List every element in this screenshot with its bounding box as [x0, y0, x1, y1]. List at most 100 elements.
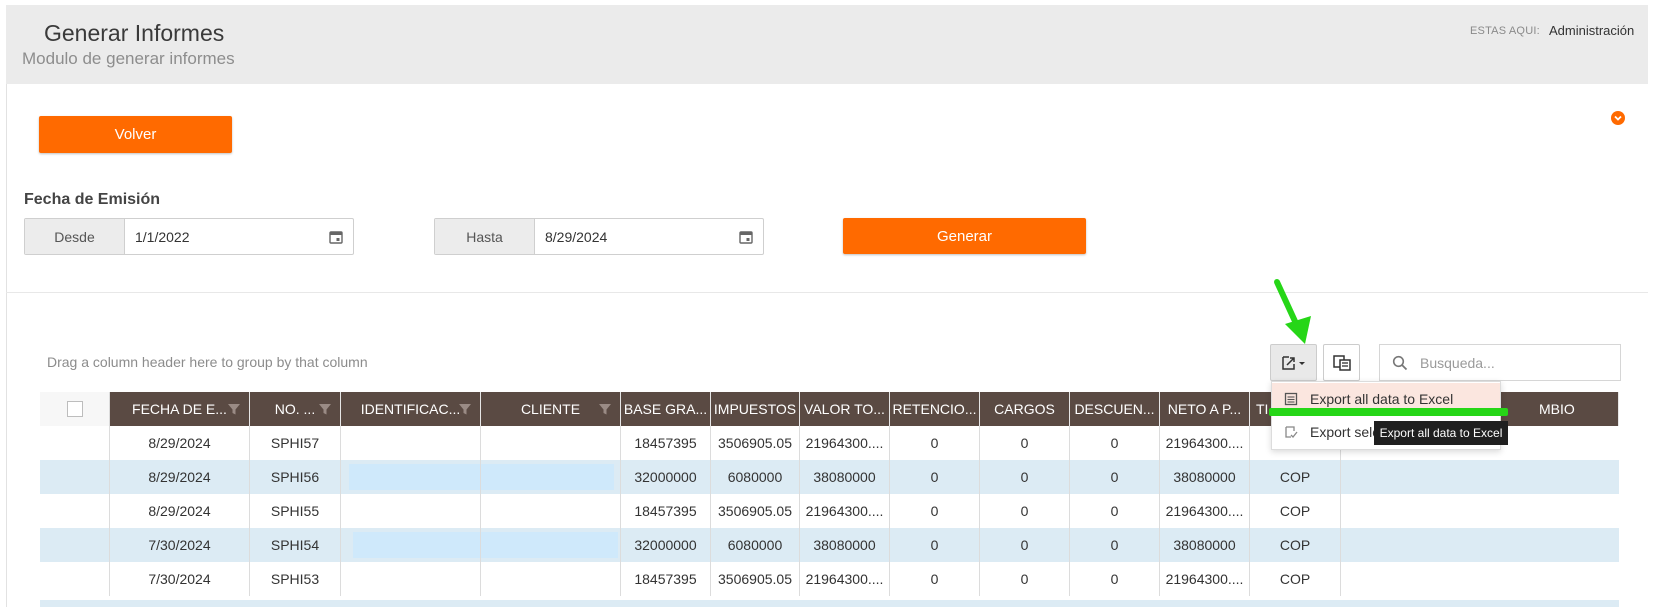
row-select-cell[interactable]: [40, 562, 110, 596]
cell-neto: 21964300....: [1160, 426, 1250, 460]
table-row[interactable]: 7/30/2024 SPHI54 32000000 6080000 380800…: [40, 528, 1619, 562]
filter-icon[interactable]: [227, 402, 241, 416]
select-all-checkbox[interactable]: [66, 401, 83, 417]
cell-cargos: 0: [980, 562, 1070, 596]
cell-descuento: 0: [1070, 460, 1160, 494]
collapse-chevron-icon[interactable]: [1611, 111, 1625, 125]
cell-neto: 38080000: [1160, 460, 1250, 494]
cell-numero: SPHI54: [250, 528, 341, 562]
column-header-label: CARGOS: [994, 401, 1055, 417]
search-input[interactable]: [1418, 353, 1612, 372]
column-header-label: CLIENTE: [520, 401, 581, 417]
cell-valor-total: 21964300....: [800, 562, 890, 596]
cell-moneda: COP: [1250, 460, 1341, 494]
cell-retencion: 0: [890, 426, 980, 460]
group-panel-hint[interactable]: Drag a column header here to group by th…: [47, 354, 368, 370]
column-header-fecha[interactable]: FECHA DE E...: [110, 392, 250, 426]
row-select-cell[interactable]: [40, 494, 110, 528]
column-header-numero[interactable]: NO. ...: [250, 392, 341, 426]
cell-retencion: 0: [890, 562, 980, 596]
cell-fecha: 7/30/2024: [110, 562, 250, 596]
column-header-neto[interactable]: NETO A P...: [1160, 392, 1250, 426]
column-header-descuento[interactable]: DESCUEN...: [1070, 392, 1160, 426]
column-header-label: TI: [1256, 401, 1269, 417]
column-header-label: IMPUESTOS: [713, 401, 797, 417]
table-row[interactable]: 8/29/2024 SPHI55 18457395 3506905.05 219…: [40, 494, 1619, 528]
cell-retencion: 0: [890, 460, 980, 494]
select-all-cell[interactable]: [40, 392, 110, 426]
row-select-cell[interactable]: [40, 426, 110, 460]
column-chooser-button[interactable]: [1323, 344, 1360, 381]
column-header-retencion[interactable]: RETENCIO...: [890, 392, 980, 426]
cell-base: 18457395: [621, 426, 711, 460]
export-all-label: Export all data to Excel: [1310, 391, 1454, 407]
cell-impuestos: 3506905.05: [711, 494, 800, 528]
column-header-label: IDENTIFICAC...: [360, 401, 461, 417]
to-date-input[interactable]: [535, 219, 739, 254]
cell-valor-total: 38080000: [800, 528, 890, 562]
cell-cliente: [481, 426, 621, 460]
cell-identificacion: [341, 528, 481, 562]
table-row[interactable]: 7/30/2024 SPHI53 18457395 3506905.05 219…: [40, 562, 1619, 596]
cell-valor-total: 21964300....: [800, 494, 890, 528]
page-subtitle: Modulo de generar informes: [22, 49, 235, 68]
cell-cliente: [481, 494, 621, 528]
cell-identificacion: [341, 494, 481, 528]
column-header-label: RETENCIO...: [892, 401, 977, 417]
from-date-label: Desde: [25, 219, 125, 254]
column-header-cargos[interactable]: CARGOS: [980, 392, 1070, 426]
cell-tasa-cambio: [1341, 562, 1619, 596]
cell-cargos: 0: [980, 426, 1070, 460]
cell-neto: 38080000: [1160, 528, 1250, 562]
calendar-icon[interactable]: [329, 230, 343, 244]
calendar-icon[interactable]: [739, 230, 753, 244]
column-header-base[interactable]: BASE GRA...: [621, 392, 711, 426]
generate-button[interactable]: Generar: [843, 218, 1086, 254]
column-header-identificacion[interactable]: IDENTIFICAC...: [341, 392, 481, 426]
cell-cliente: [481, 528, 621, 562]
cell-cargos: 0: [980, 528, 1070, 562]
filter-icon[interactable]: [598, 402, 612, 416]
column-header-impuestos[interactable]: IMPUESTOS: [711, 392, 800, 426]
search-field[interactable]: [1379, 344, 1621, 381]
section-divider: [6, 292, 1648, 293]
from-date-input[interactable]: [125, 219, 329, 254]
row-select-cell[interactable]: [40, 528, 110, 562]
cell-retencion: 0: [890, 528, 980, 562]
breadcrumb-current[interactable]: Administración: [1549, 23, 1634, 38]
cell-moneda: COP: [1250, 494, 1341, 528]
cell-base: 32000000: [621, 460, 711, 494]
cell-descuento: 0: [1070, 494, 1160, 528]
filter-icon[interactable]: [318, 402, 332, 416]
cell-identificacion: [341, 426, 481, 460]
cell-impuestos: 6080000: [711, 528, 800, 562]
cell-base: 32000000: [621, 528, 711, 562]
column-header-cliente[interactable]: CLIENTE: [481, 392, 621, 426]
annotation-highlight-bar: [1269, 408, 1508, 416]
cell-impuestos: 3506905.05: [711, 562, 800, 596]
export-selected-icon: [1285, 426, 1298, 438]
cell-cliente: [481, 460, 621, 494]
back-button[interactable]: Volver: [39, 116, 232, 153]
cell-tasa-cambio: [1341, 494, 1619, 528]
filter-icon[interactable]: [458, 402, 472, 416]
column-header-label: MBIO: [1539, 401, 1575, 417]
cell-fecha: 8/29/2024: [110, 494, 250, 528]
annotation-arrow-icon: [1274, 279, 1311, 344]
cell-descuento: 0: [1070, 426, 1160, 460]
cell-descuento: 0: [1070, 528, 1160, 562]
table-row[interactable]: 8/29/2024 SPHI56 32000000 6080000 380800…: [40, 460, 1619, 494]
row-select-cell[interactable]: [40, 460, 110, 494]
column-header-valor-total[interactable]: VALOR TO...: [800, 392, 890, 426]
export-icon: [1281, 355, 1305, 370]
cell-fecha: 8/29/2024: [110, 426, 250, 460]
cell-numero: SPHI55: [250, 494, 341, 528]
excel-file-icon: [1284, 392, 1298, 406]
cell-tasa-cambio: [1341, 528, 1619, 562]
export-tooltip: Export all data to Excel: [1374, 421, 1508, 445]
cell-impuestos: 3506905.05: [711, 426, 800, 460]
cell-fecha: 7/30/2024: [110, 528, 250, 562]
cell-cliente: [481, 562, 621, 596]
export-button[interactable]: [1270, 344, 1317, 381]
from-date-group: Desde: [24, 218, 354, 255]
